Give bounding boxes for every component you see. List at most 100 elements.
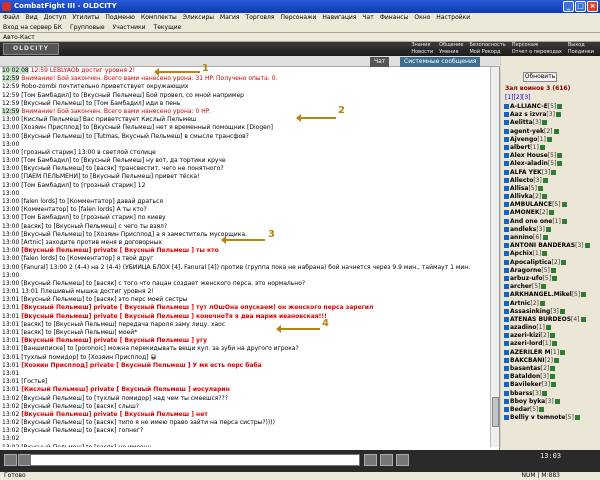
info-icon[interactable] [545,226,551,232]
chat-message[interactable]: [Вкусный Пельмеш] to [васяк] типо я не и… [21,419,275,426]
chat-input[interactable] [30,454,360,466]
user-pages[interactable]: [1][2][3] [505,94,531,101]
chat-message[interactable]: [Вкусный Пельмеш] to [васяк] слыш? [21,403,139,410]
chat-message[interactable]: [Вкусный Пельмеш] private [ Вкусный Пель… [21,337,207,344]
game-nav-item[interactable]: Персонаж [512,42,562,49]
tab-system-messages[interactable]: Системные сообщения [400,57,481,67]
info-icon[interactable] [552,275,558,281]
user-list-item[interactable]: andleks[3] [504,226,596,234]
info-icon[interactable] [551,382,557,388]
info-icon[interactable] [541,284,547,290]
info-icon[interactable] [584,243,590,249]
info-icon[interactable] [550,333,556,339]
chat-message[interactable]: [Том Бамбадил] to [грозный старик] по ки… [21,214,165,221]
menu-item[interactable]: Чат [362,13,373,23]
info-icon[interactable] [557,161,563,167]
info-icon[interactable] [542,235,548,240]
user-list-item[interactable]: Bboy byka[3] [504,398,596,406]
chat-scrollbar[interactable] [490,67,499,447]
info-icon[interactable] [552,341,558,347]
info-icon[interactable] [557,153,563,159]
user-list-item[interactable]: Apchix[1] [504,250,596,258]
chat-message[interactable]: [Вкусный Пельмеш] to [Том Бамбадил] иди … [21,100,180,107]
minimize-button[interactable]: _ [563,1,574,12]
menu-item[interactable]: Доступ [44,13,67,23]
info-icon[interactable] [553,357,559,363]
toolbar-button[interactable]: Участники [113,23,146,32]
chat-message[interactable]: [Хозяин Присплод] to [Вкусный Пельмеш] н… [21,124,273,131]
user-list-item[interactable]: Ajvengo[1] [504,136,596,144]
info-icon[interactable] [542,194,548,200]
chat-message[interactable]: [васяк] to [Вкусный Пельмеш] с чего ты в… [21,223,167,230]
info-icon[interactable] [555,112,561,118]
user-list-item[interactable]: Assasinking[3] [504,308,596,316]
user-list-item[interactable]: archer[5] [504,283,596,291]
user-list-item[interactable]: Artnic[2] [504,300,596,308]
info-icon[interactable] [542,390,548,396]
user-list-item[interactable]: Allisa[5] [504,185,596,193]
user-list-item[interactable]: agent-yek[2] [504,128,596,136]
user-list-item[interactable]: arbuz-ufo[5] [504,275,596,283]
game-nav-item[interactable]: Общение [439,42,463,49]
chat-message[interactable]: [васяк] to [Вкусный Пельмеш] моей* [21,329,137,336]
user-list-item[interactable]: Aaz s izvra[3] [504,111,596,119]
info-icon[interactable] [554,398,560,404]
user-list-item[interactable]: ANTONI BANDERAS[3] [504,242,596,250]
game-nav-item[interactable]: Знания [411,42,433,49]
info-icon[interactable] [561,218,567,224]
user-list-item[interactable]: ALFA YEK[3] [504,169,596,177]
chat-message[interactable]: [Вкусный Пельмеш] to [васяк] с того что … [21,280,305,287]
chat-message[interactable]: [Вкусный Пельмеш] private [ Вкусный Пель… [21,411,208,418]
chat-message[interactable]: [Вкусный Пельмеш] private [ Вкусный Пель… [21,304,373,311]
info-icon[interactable] [542,120,548,126]
user-list-item[interactable]: ATENAS BURDEOS[4] [504,316,596,324]
chat-message[interactable]: [Вкусный Пельмеш] to [тухлый помидор] на… [21,395,228,402]
chat-message[interactable]: [Fanural] 13:00 2 (4-4) на 2 (4-4) (УБИЙ… [21,264,470,271]
info-icon[interactable] [560,349,566,355]
menu-item[interactable]: Подменю [105,13,135,23]
chat-message[interactable]: [Кислый Пельмеш] private [ Вкусный Пельм… [21,386,230,393]
chat-message[interactable]: [Том Бамбадил] to [грозный старик] 12 [21,182,145,189]
info-icon[interactable] [553,128,559,134]
menu-item[interactable]: Эликсиры [183,13,214,23]
chat-message[interactable]: [Том Бамбадил] to [Вкусный Пельмеш] Бой … [21,92,244,99]
user-list-item[interactable]: AZERILER M[1] [504,349,596,357]
info-icon[interactable] [545,325,551,331]
game-nav-item[interactable]: Мой Рекорд [469,49,505,56]
user-list-item[interactable]: annino[6] [504,234,596,242]
toolbar-button[interactable]: Текущие [154,23,182,32]
tab-chat[interactable]: Чат [370,57,390,67]
info-icon[interactable] [550,366,556,371]
user-list-item[interactable]: ARKHANGEL.Mikel[5] [504,291,596,299]
autocast-bar[interactable]: Авто-Каст [0,33,600,42]
chat-scroll-thumb[interactable] [492,397,499,427]
menu-item[interactable]: Магия [220,13,240,23]
info-icon[interactable] [557,104,563,109]
user-list-item[interactable]: Bataldon[3] [504,373,596,381]
title-bar[interactable]: CombatFight III - OLDCITY _ □ × [0,0,600,13]
menu-item[interactable]: Утилиты [72,13,99,23]
user-list-item[interactable]: Allivka[2] [504,193,596,201]
user-list-item[interactable]: Bedar[5] [504,406,596,414]
chat-message[interactable]: [васяк] to [Вкусный Пельмеш] передача па… [21,321,225,328]
toolbar-button[interactable]: Вход на сервер БК [3,23,62,32]
user-list-item[interactable]: bbarss[3] [504,390,596,398]
menu-item[interactable]: Персонажи [280,13,316,23]
game-nav-item[interactable]: Выход [568,42,594,49]
chat-message[interactable]: [Том Бамбадил] to [Вкусный Пельмеш] ну в… [21,157,225,164]
menu-item[interactable]: Навигация [322,13,356,23]
info-icon[interactable] [550,267,556,273]
chat-message[interactable]: [Вкусный Пельмеш] to [васяк] не имеещь [21,444,153,447]
chat-message[interactable]: [Ваншиписке] to [poronoic] можна перекид… [21,345,298,352]
menu-item[interactable]: Комплекты [141,13,177,23]
info-icon[interactable] [539,144,545,150]
user-list-item[interactable]: And one one[1] [504,218,596,226]
toolbar-button[interactable]: Групповые [70,23,105,32]
info-icon[interactable] [539,406,545,412]
user-list-item[interactable]: Bavileker[3] [504,381,596,389]
chat-message[interactable]: [Вкусный Пельмеш] to [васяк] это перс мо… [21,296,187,303]
close-button[interactable]: × [587,1,598,12]
chat-message[interactable]: [ПАЕМ ПЕЛЬМЕНИ] to [Вкусный Пельмеш] при… [21,173,199,180]
info-icon[interactable] [551,169,557,175]
chat-message[interactable]: 12:59 LEBLYAOb достиг уровня 2! [31,67,135,74]
